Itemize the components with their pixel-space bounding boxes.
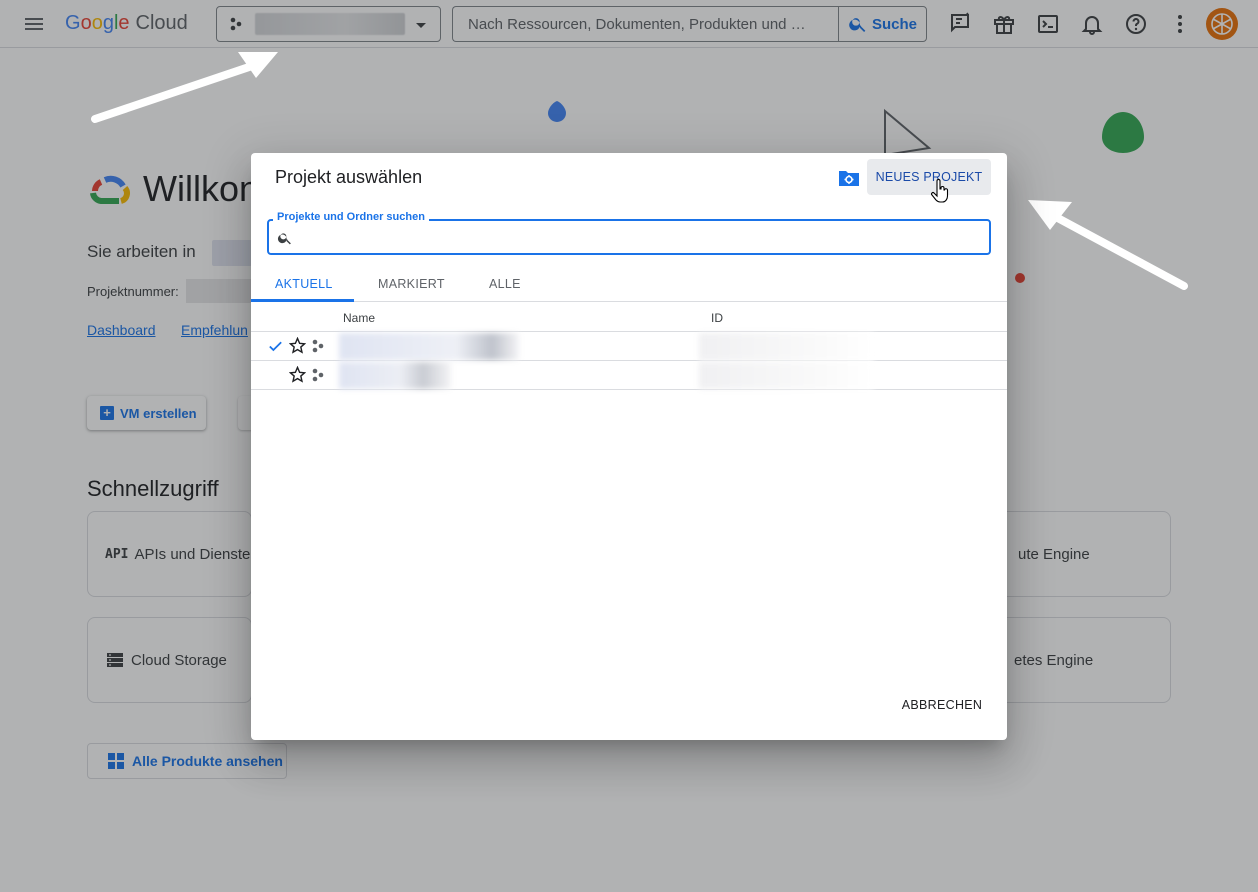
cancel-button[interactable]: ABBRECHEN bbox=[892, 689, 992, 721]
star-outline-icon[interactable] bbox=[289, 366, 306, 383]
folder-settings-icon[interactable] bbox=[838, 167, 860, 189]
active-tab-indicator bbox=[251, 299, 354, 302]
check-icon bbox=[269, 341, 282, 352]
hand-cursor-icon bbox=[931, 179, 949, 203]
table-row[interactable] bbox=[251, 332, 1007, 361]
tab-all[interactable]: ALLE bbox=[489, 277, 521, 291]
project-id-redacted bbox=[699, 362, 874, 389]
select-project-dialog: Projekt auswählen NEUES PROJEKT Projekte… bbox=[251, 153, 1007, 740]
project-name-redacted[interactable] bbox=[339, 333, 519, 360]
column-header-id[interactable]: ID bbox=[711, 311, 723, 325]
annotation-arrow-icon bbox=[1028, 200, 1188, 290]
new-project-button[interactable]: NEUES PROJEKT bbox=[867, 159, 991, 195]
star-outline-icon[interactable] bbox=[289, 337, 306, 354]
project-id-redacted bbox=[699, 333, 874, 360]
table-header: Name ID bbox=[251, 303, 1007, 332]
search-icon bbox=[277, 233, 291, 245]
column-header-name[interactable]: Name bbox=[343, 311, 375, 325]
dialog-title: Projekt auswählen bbox=[275, 167, 423, 187]
project-icon bbox=[312, 368, 324, 382]
project-name-redacted[interactable] bbox=[339, 362, 451, 389]
project-search-input[interactable] bbox=[299, 221, 979, 253]
dialog-tabs: AKTUELL MARKIERT ALLE bbox=[251, 267, 1007, 302]
project-search-field[interactable] bbox=[267, 219, 991, 255]
project-search-label: Projekte und Ordner suchen bbox=[273, 211, 429, 223]
tab-starred[interactable]: MARKIERT bbox=[378, 277, 445, 291]
annotation-arrow-icon bbox=[91, 52, 278, 123]
project-icon bbox=[312, 339, 324, 353]
tab-current[interactable]: AKTUELL bbox=[275, 277, 333, 291]
table-row[interactable] bbox=[251, 361, 1007, 390]
